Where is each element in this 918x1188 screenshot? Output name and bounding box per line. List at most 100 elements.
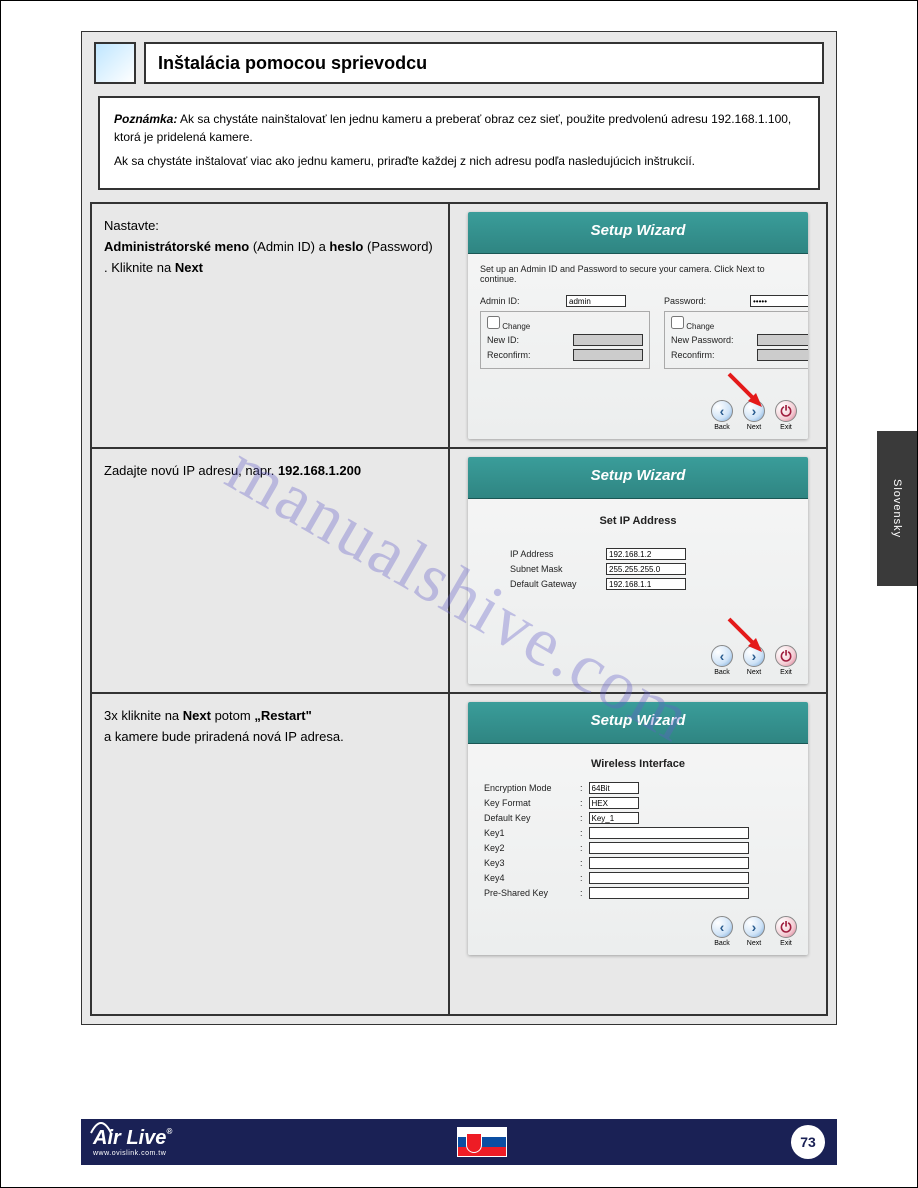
lbl: Key3 [484,858,574,868]
wizard3-subtitle: Wireless Interface [484,758,792,770]
language-tab: Slovensky [877,431,917,586]
lbl: Key Format [484,798,574,808]
lbl: New Password: [671,335,751,345]
wizard-title: Setup Wizard [468,212,808,254]
t: potom [215,708,255,723]
back-button[interactable]: ‹ Back [708,916,736,947]
step2-text: Zadajte novú IP adresu, napr. 192.168.1.… [90,449,450,692]
step2-screenshot: Setup Wizard Set IP Address IP Address S… [450,449,828,692]
next-button[interactable]: › Next [740,400,768,431]
exit-icon: ⏻ [775,645,797,667]
note-line2: Ak sa chystáte inštalovať viac ako jednu… [114,152,804,170]
admin-id-input[interactable] [566,295,626,307]
lbl: Subnet Mask [510,564,600,574]
t: (Admin ID) [253,239,315,254]
back-icon: ‹ [711,916,733,938]
key1-input[interactable] [589,827,749,839]
step1-screenshot: Setup Wizard Set up an Admin ID and Pass… [450,204,828,447]
new-id-input[interactable] [573,334,643,346]
t: Exit [772,940,800,947]
change-checkbox-2[interactable] [671,316,684,329]
lbl: Key1 [484,828,574,838]
t: Next [740,669,768,676]
footer: Air Live® www.ovislink.com.tw 73 [81,1119,837,1165]
wizard-1: Setup Wizard Set up an Admin ID and Pass… [468,212,808,439]
lbl: Key4 [484,873,574,883]
password-input[interactable] [750,295,808,307]
exit-button[interactable]: ⏻ Exit [772,645,800,676]
t: Next [183,708,211,723]
t: Zadajte novú IP adresu, napr. [104,463,278,478]
reconfirm-pwd-input[interactable] [757,349,808,361]
step3-screenshot: Setup Wizard Wireless Interface Encrypti… [450,694,828,1014]
flag-icon [457,1127,507,1157]
enc-select[interactable] [589,782,639,794]
exit-button[interactable]: ⏻ Exit [772,916,800,947]
defkey-select[interactable] [589,812,639,824]
psk-input[interactable] [589,887,749,899]
wizard-title: Setup Wizard [468,457,808,499]
lbl: Admin ID: [480,296,560,306]
t: a [319,239,330,254]
t: Change [502,322,530,331]
lbl: Default Gateway [510,579,600,589]
steps-grid: Nastavte: Administrátorské meno (Admin I… [90,202,828,1016]
t: (Password) [367,239,433,254]
exit-icon: ⏻ [775,400,797,422]
next-icon: › [743,400,765,422]
t: Administrátorské meno [104,239,249,254]
t: . Kliknite na [104,260,175,275]
key2-input[interactable] [589,842,749,854]
t: Next [175,260,203,275]
t: heslo [329,239,363,254]
key3-input[interactable] [589,857,749,869]
reconfirm-id-input[interactable] [573,349,643,361]
t: Exit [772,669,800,676]
ip-input[interactable] [606,548,686,560]
exit-button[interactable]: ⏻Exit [772,400,800,431]
back-button[interactable]: ‹Back [708,645,736,676]
t: Next [740,940,768,947]
step-row-1: Nastavte: Administrátorské meno (Admin I… [90,202,828,447]
step-row-3: 3x kliknite na Next potom „Restart" a ka… [90,692,828,1016]
brand-url: www.ovislink.com.tw [93,1150,172,1157]
next-icon: › [743,645,765,667]
lbl: Password: [664,296,744,306]
t: Next [740,424,768,431]
fmt-select[interactable] [589,797,639,809]
next-button[interactable]: › Next [740,645,768,676]
wizard-title: Setup Wizard [468,702,808,744]
lbl: Default Key [484,813,574,823]
t: 3x kliknite na [104,708,183,723]
new-pwd-input[interactable] [757,334,808,346]
change-checkbox[interactable] [487,316,500,329]
back-button[interactable]: ‹ Back [708,400,736,431]
content-panel: Inštalácia pomocou sprievodcu Poznámka: … [81,31,837,1025]
t: Back [708,940,736,947]
lbl: Pre-Shared Key [484,888,574,898]
t: Back [708,424,736,431]
wizard-2: Setup Wizard Set IP Address IP Address S… [468,457,808,684]
mask-input[interactable] [606,563,686,575]
title-icon [94,42,136,84]
page-title: Inštalácia pomocou sprievodcu [144,42,824,84]
wizard1-intro: Set up an Admin ID and Password to secur… [480,264,796,284]
wizard-3: Setup Wizard Wireless Interface Encrypti… [468,702,808,955]
t: „Restart" [254,708,311,723]
gateway-input[interactable] [606,578,686,590]
step3-text: 3x kliknite na Next potom „Restart" a ka… [90,694,450,1014]
back-icon: ‹ [711,400,733,422]
lbl: Encryption Mode [484,783,574,793]
page: Inštalácia pomocou sprievodcu Poznámka: … [0,0,918,1188]
lbl: Key2 [484,843,574,853]
t: a kamere bude priradená nová IP adresa. [104,729,344,744]
key4-input[interactable] [589,872,749,884]
t: Nastavte: [104,218,159,233]
next-icon: › [743,916,765,938]
next-button[interactable]: › Next [740,916,768,947]
t: Change [686,322,714,331]
exit-icon: ⏻ [775,916,797,938]
lbl: IP Address [510,549,600,559]
step1-text: Nastavte: Administrátorské meno (Admin I… [90,204,450,447]
brand-logo: Air Live® www.ovislink.com.tw [93,1127,172,1157]
